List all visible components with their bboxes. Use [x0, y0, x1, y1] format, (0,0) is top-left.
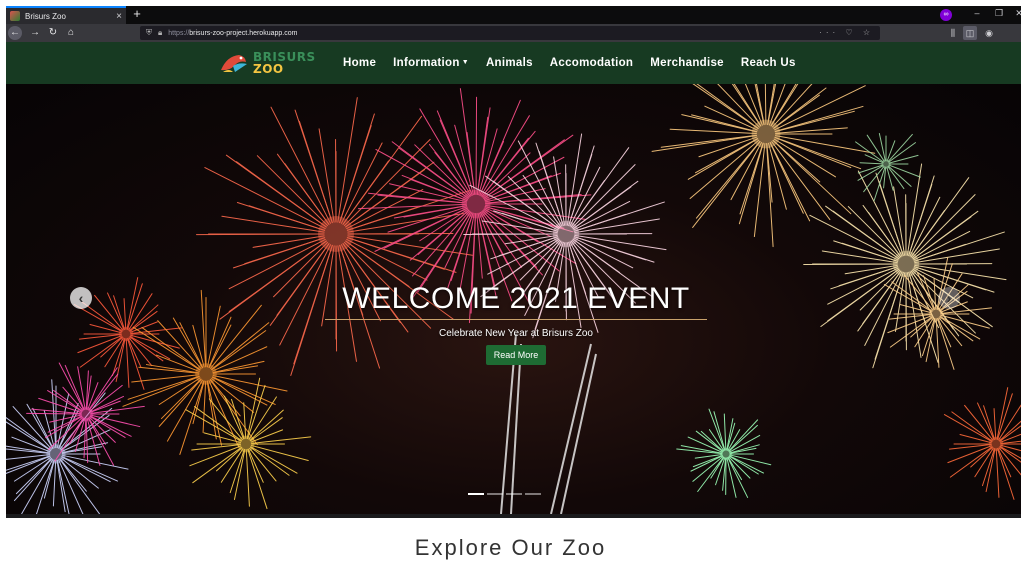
section-title: Explore Our Zoo	[0, 535, 1021, 561]
nav-merchandise[interactable]: Merchandise	[650, 57, 724, 69]
home-icon[interactable]: ⌂	[64, 26, 78, 40]
restore-icon[interactable]: ❐	[992, 8, 1006, 19]
carousel-indicator[interactable]	[506, 493, 522, 495]
nav-animals[interactable]: Animals	[486, 57, 533, 69]
back-arrow-icon[interactable]: ←	[8, 26, 22, 40]
url-scheme: https://	[168, 30, 189, 37]
hero-divider	[325, 319, 707, 320]
url-bar[interactable]: ⛨ 🔒︎ https:// brisurs-zoo-project.heroku…	[140, 26, 880, 40]
page-actions-icons[interactable]: ··· ♡ ☆	[819, 26, 874, 40]
carousel-indicator[interactable]	[468, 493, 484, 495]
sidebar-icon[interactable]: ◫	[963, 26, 977, 40]
brisurs-zoo-logo[interactable]: BRISURS ZOO	[219, 48, 311, 76]
tab-title: Brisurs Zoo	[25, 12, 112, 21]
caret-down-icon: ▼	[462, 59, 469, 66]
parrot-logo-icon	[219, 52, 249, 74]
site-header: BRISURS ZOO Home Information▼ Animals Ac…	[6, 42, 1021, 84]
zoo-favicon-icon	[10, 11, 20, 21]
read-more-button[interactable]: Read More	[486, 345, 547, 365]
library-icon[interactable]: ⫼	[946, 26, 960, 40]
minimize-icon[interactable]: –	[970, 8, 984, 18]
url-host: brisurs-zoo-project.herokuapp.com	[189, 30, 297, 37]
nav-home[interactable]: Home	[343, 57, 376, 69]
main-nav: Home Information▼ Animals Accomodation M…	[343, 42, 813, 84]
logo-text-bottom: ZOO	[253, 62, 284, 76]
browser-tab[interactable]: Brisurs Zoo ×	[6, 6, 126, 24]
hero-subtitle: Celebrate New Year at Brisurs Zoo	[321, 328, 711, 339]
hero-carousel: ‹ › WELCOME 2021 EVENT Celebrate New Yea…	[6, 84, 1021, 514]
browser-toolbar: ← → ↻ ⌂ ⛨ 🔒︎ https:// brisurs-zoo-projec…	[6, 24, 1021, 42]
nav-information-label: Information	[393, 57, 460, 69]
carousel-indicator[interactable]	[525, 493, 541, 495]
hero-caption: WELCOME 2021 EVENT Celebrate New Year at…	[321, 282, 711, 365]
forward-arrow-icon[interactable]: →	[28, 26, 42, 40]
lock-icon[interactable]: 🔒︎	[158, 28, 162, 38]
nav-reach-us[interactable]: Reach Us	[741, 57, 796, 69]
profile-icon[interactable]: ∞	[940, 9, 952, 21]
tab-strip: Brisurs Zoo × + ∞ – ❐ ✕	[6, 6, 1021, 24]
carousel-prev-icon[interactable]: ‹	[70, 287, 92, 309]
reload-icon[interactable]: ↻	[46, 26, 60, 40]
carousel-indicators	[468, 493, 544, 495]
nav-information[interactable]: Information▼	[393, 57, 469, 69]
carousel-indicator[interactable]	[487, 493, 503, 495]
shield-icon[interactable]: ⛨	[146, 28, 152, 38]
new-tab-button[interactable]: +	[130, 7, 144, 21]
close-window-icon[interactable]: ✕	[1012, 8, 1021, 19]
hero-title: WELCOME 2021 EVENT	[321, 282, 711, 316]
browser-window: Brisurs Zoo × + ∞ – ❐ ✕ ← → ↻ ⌂ ⛨ 🔒︎ htt…	[6, 6, 1021, 518]
nav-accomodation[interactable]: Accomodation	[550, 57, 633, 69]
close-tab-icon[interactable]: ×	[112, 11, 126, 22]
account-icon[interactable]: ◉	[982, 26, 996, 40]
carousel-next-icon[interactable]: ›	[938, 287, 960, 309]
